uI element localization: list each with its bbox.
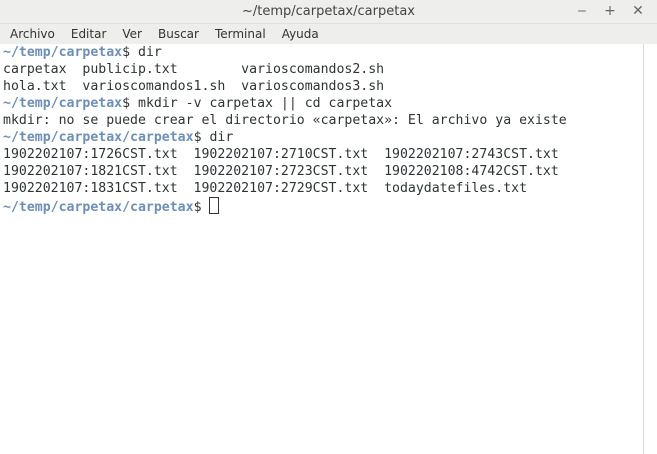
command-text: dir	[138, 45, 162, 60]
minimize-icon[interactable]: ‒	[575, 2, 589, 20]
menu-archivo[interactable]: Archivo	[10, 24, 55, 44]
menu-editar[interactable]: Editar	[71, 24, 107, 44]
menu-bar: Archivo Editar Ver Buscar Terminal Ayuda	[0, 24, 657, 44]
title-bar[interactable]: ~/temp/carpetax/carpetax ‒ + ✕	[0, 0, 657, 24]
terminal-line: ~/temp/carpetax$ dir	[3, 44, 643, 61]
command-text: dir	[209, 130, 234, 145]
command-text: mkdir -v carpetax || cd carpetax	[138, 96, 393, 111]
prompt-symbol: $	[193, 130, 202, 145]
window-controls: ‒ + ✕	[575, 2, 645, 20]
output-line: hola.txt varioscomandos1.sh varioscomand…	[3, 79, 385, 94]
menu-ver[interactable]: Ver	[122, 24, 142, 44]
terminal-output[interactable]: ~/temp/carpetax$ dir carpetax publicip.t…	[0, 44, 643, 454]
prompt-symbol: $	[122, 45, 131, 60]
menu-buscar[interactable]: Buscar	[158, 24, 199, 44]
maximize-icon[interactable]: +	[603, 2, 617, 20]
vertical-scrollbar[interactable]	[643, 44, 657, 454]
output-line: mkdir: no se puede crear el directorio «…	[3, 113, 567, 128]
prompt-path: ~/temp/carpetax	[3, 45, 123, 60]
output-line: 1902202107:1726CST.txt 1902202107:2710CS…	[3, 147, 559, 162]
output-line: carpetax publicip.txt varioscomandos2.sh	[3, 62, 385, 77]
menu-terminal[interactable]: Terminal	[215, 24, 266, 44]
terminal-line: ~/temp/carpetax/carpetax$ dir	[3, 129, 643, 146]
prompt-symbol: $	[193, 200, 202, 215]
prompt-symbol: $	[122, 96, 131, 111]
output-line: 1902202107:1821CST.txt 1902202107:2723CS…	[3, 164, 559, 179]
terminal-line: ~/temp/carpetax/carpetax$	[3, 197, 643, 215]
prompt-path: ~/temp/carpetax	[3, 96, 123, 111]
window-title: ~/temp/carpetax/carpetax	[242, 4, 415, 19]
prompt-path: ~/temp/carpetax/carpetax	[3, 130, 194, 145]
text-cursor	[209, 197, 220, 214]
terminal-window: ~/temp/carpetax/carpetax ‒ + ✕ Archivo E…	[0, 0, 657, 454]
output-line: 1902202107:1831CST.txt 1902202107:2729CS…	[3, 181, 528, 196]
menu-ayuda[interactable]: Ayuda	[282, 24, 319, 44]
close-icon[interactable]: ✕	[631, 2, 645, 20]
terminal-line: ~/temp/carpetax$ mkdir -v carpetax || cd…	[3, 95, 643, 112]
prompt-path: ~/temp/carpetax/carpetax	[3, 200, 194, 215]
